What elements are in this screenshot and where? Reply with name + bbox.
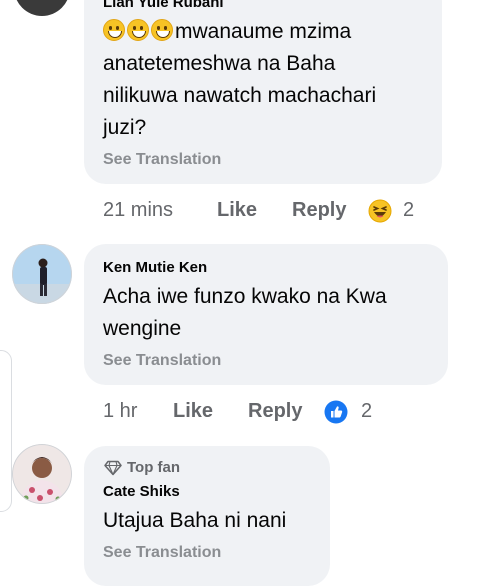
avatar[interactable] bbox=[12, 444, 72, 504]
like-button[interactable]: Like bbox=[217, 199, 257, 222]
comment-text-line: nilikuwa nawatch machachari bbox=[103, 84, 377, 107]
avatar[interactable] bbox=[12, 244, 72, 304]
diamond-icon bbox=[104, 460, 122, 476]
grinning-emoji-icon bbox=[127, 19, 149, 41]
comment-text-line: Utajua Baha ni nani bbox=[103, 509, 287, 532]
comment-text-line: wengine bbox=[103, 317, 182, 340]
comment-time[interactable]: 1 hr bbox=[103, 400, 137, 423]
reaction-count[interactable]: 2 bbox=[361, 400, 372, 423]
comment-text-line: anatetemeshwa na Baha bbox=[103, 52, 336, 75]
like-button[interactable]: Like bbox=[173, 400, 213, 423]
comment-author[interactable]: Cate Shiks bbox=[103, 483, 180, 500]
see-translation-link[interactable]: See Translation bbox=[103, 544, 221, 562]
avatar[interactable] bbox=[14, 0, 70, 16]
comment-text: mwanaume mzima bbox=[103, 16, 351, 47]
see-translation-link[interactable]: See Translation bbox=[103, 151, 221, 169]
composer-edge bbox=[0, 350, 12, 512]
grinning-emoji-icon bbox=[151, 19, 173, 41]
comment-text-line: mwanaume mzima bbox=[175, 20, 352, 43]
comment-author[interactable]: Lian Yule Rubani bbox=[103, 0, 224, 11]
reply-button[interactable]: Reply bbox=[248, 400, 302, 423]
like-reaction-icon[interactable] bbox=[324, 400, 348, 424]
reply-button[interactable]: Reply bbox=[292, 199, 346, 222]
see-translation-link[interactable]: See Translation bbox=[103, 352, 221, 370]
comment-time[interactable]: 21 mins bbox=[103, 199, 173, 222]
comment-author[interactable]: Ken Mutie Ken bbox=[103, 259, 207, 276]
grinning-emoji-icon bbox=[103, 19, 125, 41]
top-fan-badge: Top fan bbox=[127, 459, 181, 476]
comment-text-line: juzi? bbox=[103, 116, 147, 139]
comment-text-line: Acha iwe funzo kwako na Kwa bbox=[103, 285, 387, 308]
reaction-count[interactable]: 2 bbox=[403, 199, 414, 222]
haha-reaction-icon[interactable] bbox=[368, 199, 392, 223]
